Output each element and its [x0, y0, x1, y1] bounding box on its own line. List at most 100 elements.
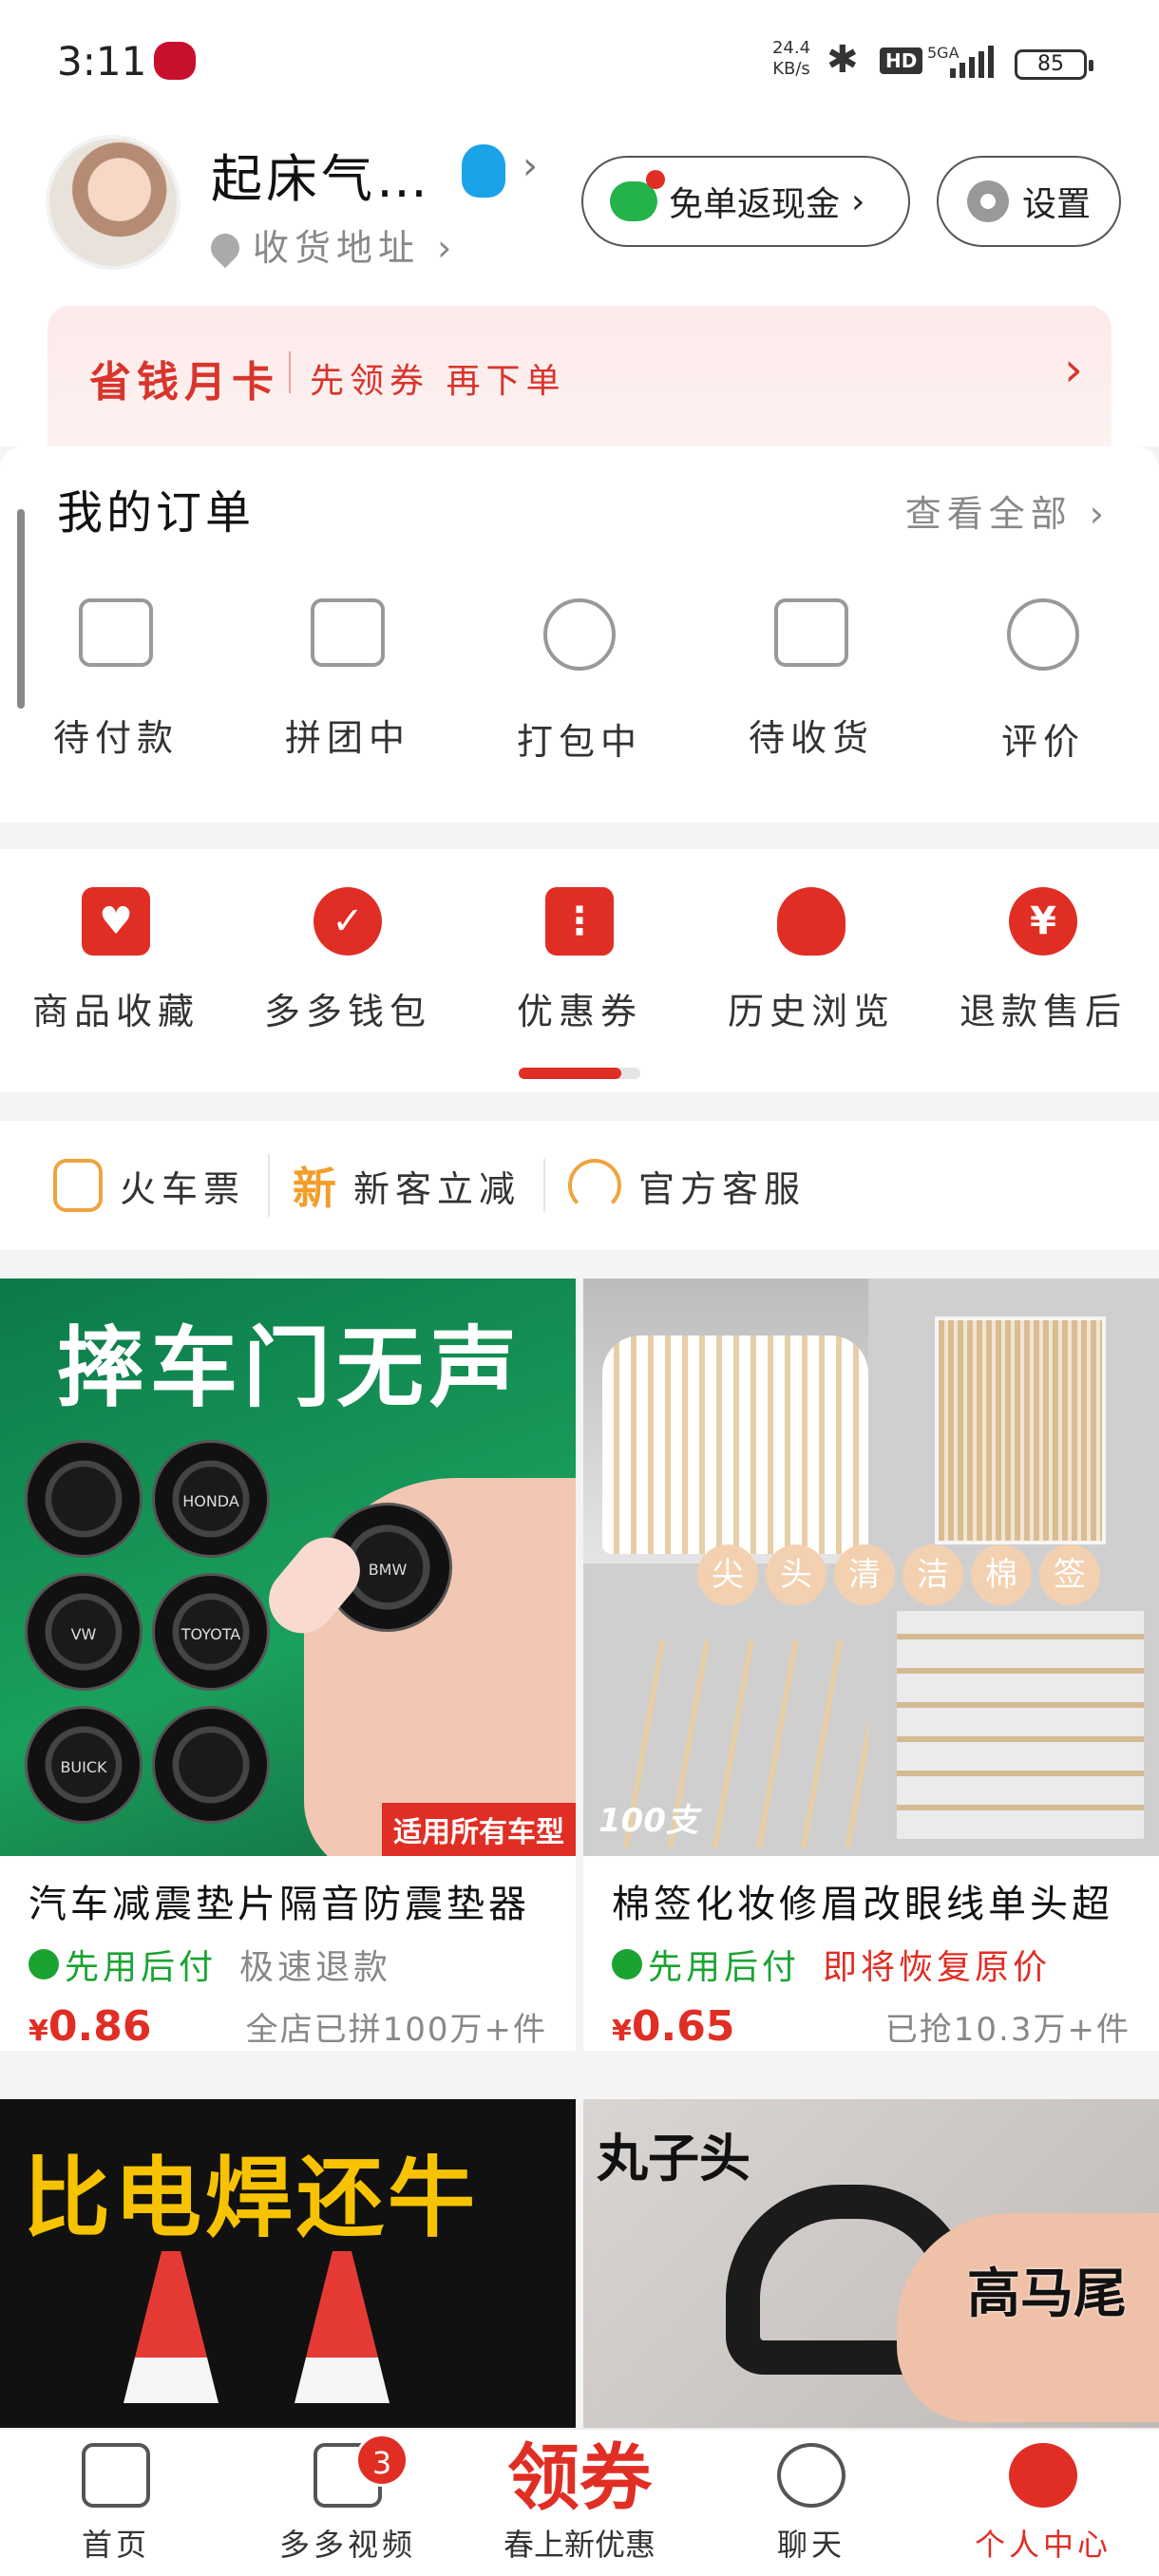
- pay-later-icon: [28, 1949, 59, 1979]
- qq-icon[interactable]: [462, 144, 505, 198]
- nickname[interactable]: 起床气…: [211, 137, 431, 212]
- product-name: 汽车减震垫片隔音防震垫器: [28, 1883, 530, 1926]
- settings-button[interactable]: 设置: [937, 156, 1121, 247]
- product-image: 摔车门无声 HONDA BMW VW TOYOTA BUICK 适用所有车型: [0, 1279, 576, 1856]
- tools-section: ♥ 商品收藏 ✓ 多多钱包 ⋮ 优惠券 历史浏览 ¥ 退款售后: [0, 849, 1159, 1092]
- tool-history[interactable]: 历史浏览: [707, 887, 916, 1034]
- bottom-nav: 首页 3 多多视频 领券 春上新优惠 聊天 个人中心: [0, 2428, 1159, 2576]
- wallet-heart-icon: ✓: [314, 887, 382, 956]
- status-time: 3:11: [57, 38, 147, 85]
- nav-coupon[interactable]: 领券 春上新优惠: [484, 2435, 674, 2565]
- train-label: 火车票: [120, 1167, 246, 1210]
- avatar[interactable]: [46, 135, 180, 270]
- product-disc: [25, 1440, 142, 1558]
- star-icon: [1007, 598, 1079, 671]
- chat-bubble-icon: [777, 2443, 846, 2508]
- pay-later-tag: 先用后付: [28, 1940, 217, 1989]
- nav-home[interactable]: 首页: [21, 2443, 211, 2565]
- nav-profile[interactable]: 个人中心: [948, 2443, 1138, 2565]
- pay-later-icon: [612, 1949, 642, 1979]
- view-all-orders-link[interactable]: 查看全部 ›: [905, 484, 1110, 537]
- order-packing[interactable]: 打包中: [484, 598, 674, 765]
- tool-wallet[interactable]: ✓ 多多钱包: [243, 887, 452, 1034]
- yen-icon: ¥: [1009, 887, 1077, 956]
- image-subheadline: 高马尾: [967, 2263, 1127, 2325]
- nav-chat[interactable]: 聊天: [716, 2443, 906, 2565]
- app-notification-icon: [154, 42, 196, 80]
- swab-packs-image: [897, 1611, 1144, 1839]
- nav-video[interactable]: 3 多多视频: [253, 2434, 443, 2565]
- headline-char: 尖: [697, 1544, 758, 1605]
- chevron-right-icon: ›: [851, 181, 865, 221]
- headline-char: 棉: [971, 1544, 1032, 1605]
- product-disc: BUICK: [25, 1706, 142, 1824]
- tool-label: 优惠券: [516, 991, 642, 1032]
- app-screen: 3:11 24.4 KB/s ✱ HD 5GA 85 起床气… › 收货地址 ›…: [0, 0, 1159, 2576]
- chevron-right-icon: ›: [1064, 342, 1083, 397]
- tool-label: 历史浏览: [727, 991, 895, 1032]
- savings-card-banner[interactable]: 省钱月卡 先领券 再下单 ›: [48, 306, 1112, 446]
- new-user-label: 新客立减: [353, 1167, 522, 1210]
- coupon-title: 领券: [507, 2435, 652, 2520]
- orders-title: 我的订单: [57, 486, 256, 540]
- order-label: 评价: [1000, 721, 1085, 763]
- order-label: 待付款: [52, 717, 179, 759]
- tool-label: 商品收藏: [31, 991, 200, 1032]
- headline-char: 签: [1039, 1544, 1100, 1605]
- tools-page-indicator: [519, 1068, 640, 1079]
- nav-label: 首页: [81, 2527, 150, 2563]
- banner-divider: [289, 351, 291, 393]
- cashback-button[interactable]: 免单返现金 ›: [581, 156, 910, 247]
- cashback-label: 免单返现金: [669, 185, 841, 224]
- ticket-icon: ⋮: [545, 887, 614, 956]
- video-badge: 3: [355, 2434, 408, 2487]
- wallet-icon: [79, 598, 153, 667]
- product-sold-count: 已抢10.3万+件: [884, 2011, 1130, 2049]
- fast-refund-tag: 极速退款: [239, 1948, 392, 1987]
- swab-bag-image: [935, 1316, 1106, 1544]
- pay-later-tag: 先用后付: [612, 1940, 800, 1989]
- home-icon: [82, 2443, 150, 2508]
- order-to-receive[interactable]: 待收货: [716, 598, 906, 761]
- share-box-icon: [311, 598, 385, 667]
- service-label: 官方客服: [638, 1167, 807, 1210]
- tool-coupons[interactable]: ⋮ 优惠券: [475, 887, 684, 1034]
- nav-label: 聊天: [776, 2527, 846, 2563]
- order-group-buying[interactable]: 拼团中: [253, 598, 443, 761]
- product-disc: TOYOTA: [152, 1573, 270, 1691]
- product-disc: VW: [25, 1573, 142, 1691]
- tool-favorites[interactable]: ♥ 商品收藏: [11, 887, 220, 1034]
- profile-face-icon: [1009, 2443, 1077, 2508]
- product-disc: HONDA: [152, 1440, 270, 1558]
- swab-bundle-image: [602, 1335, 868, 1554]
- product-price: ¥0.65: [612, 2002, 735, 2051]
- bag-heart-icon: ♥: [82, 887, 150, 956]
- product-price: ¥0.86: [28, 2002, 152, 2051]
- train-icon: [53, 1159, 103, 1212]
- image-headline: 丸子头: [597, 2129, 750, 2188]
- product-image: 尖头清洁棉签 100支: [583, 1279, 1159, 1856]
- new-user-discount-link[interactable]: 新 新客立减: [268, 1154, 543, 1217]
- banner-title: 省钱月卡: [89, 358, 279, 407]
- product-disc: [152, 1706, 270, 1824]
- hd-badge: HD: [880, 47, 923, 74]
- battery-indicator: 85: [1015, 49, 1093, 80]
- train-ticket-link[interactable]: 火车票: [53, 1159, 268, 1212]
- net-speed: 24.4 KB/s: [771, 38, 811, 79]
- chevron-right-icon[interactable]: ›: [522, 144, 538, 188]
- product-footer: ¥0.86 全店已拼100万+件: [0, 1989, 576, 2051]
- tool-refund[interactable]: ¥ 退款售后: [939, 887, 1148, 1034]
- order-pending-payment[interactable]: 待付款: [21, 598, 211, 761]
- product-card[interactable]: 尖头清洁棉签 100支 棉签化妆修眉改眼线单头超 先用后付 即将恢复原价 ¥0.…: [583, 1279, 1159, 2051]
- order-review[interactable]: 评价: [948, 598, 1138, 765]
- bottle-image: [124, 2251, 218, 2403]
- order-label: 拼团中: [284, 717, 410, 759]
- settings-label: 设置: [1022, 185, 1092, 224]
- order-label: 打包中: [516, 721, 642, 763]
- customer-service-link[interactable]: 官方客服: [543, 1159, 828, 1212]
- product-card[interactable]: 摔车门无声 HONDA BMW VW TOYOTA BUICK 适用所有车型 汽…: [0, 1279, 576, 2051]
- footprint-icon: [777, 887, 846, 956]
- image-headline: 摔车门无声: [57, 1317, 523, 1419]
- address-link[interactable]: 收货地址 ›: [204, 218, 457, 271]
- image-ribbon: 适用所有车型: [382, 1803, 576, 1856]
